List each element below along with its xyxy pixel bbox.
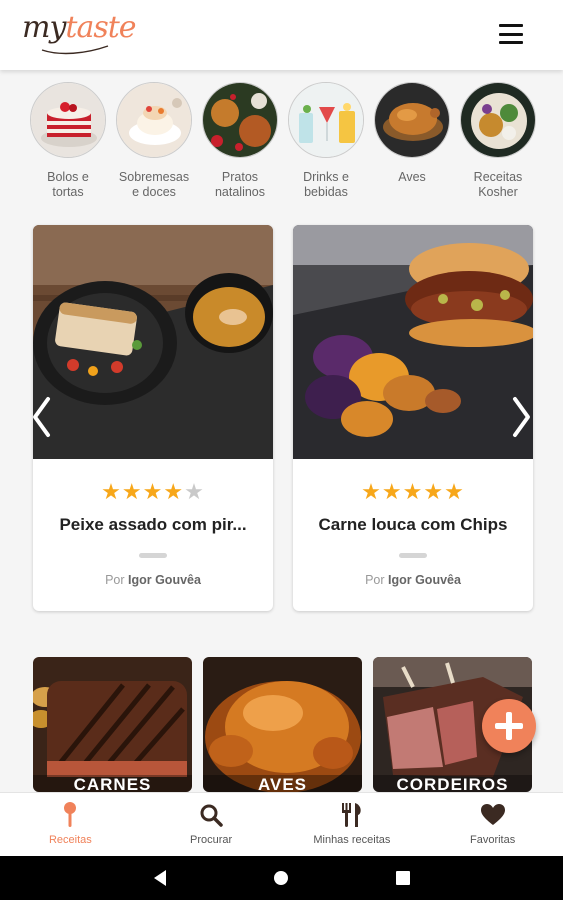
star-filled-icon: ★ [121, 479, 143, 504]
divider [399, 553, 427, 558]
back-icon[interactable] [152, 868, 168, 888]
category-label: Pratos natalinos [214, 170, 266, 199]
category-label: Bolos e tortas [47, 170, 89, 199]
utensils-icon [339, 802, 365, 828]
cocktail-glasses-image [288, 82, 364, 158]
recents-icon[interactable] [395, 870, 411, 886]
tile-meats[interactable]: CARNES [33, 657, 192, 792]
logo-text-my: my [22, 10, 66, 45]
search-icon [198, 802, 224, 828]
hamburger-menu-icon[interactable] [499, 24, 523, 44]
category-label: Receitas Kosher [473, 170, 523, 199]
recipe-rating: ★★★★★ [33, 479, 273, 505]
red-velvet-cake-image [30, 82, 106, 158]
star-filled-icon: ★ [423, 479, 445, 504]
category-label: Aves [398, 170, 426, 184]
nav-item-favorites[interactable]: Favoritas [422, 793, 563, 856]
spoon-icon [57, 802, 83, 828]
chevron-right-icon[interactable] [511, 395, 533, 439]
by-prefix: Por [365, 573, 385, 587]
grilled-steak-image [33, 657, 192, 792]
recipe-card[interactable]: ★★★★★ Carne louca com Chips Por Igor Gou… [293, 225, 533, 611]
heart-icon [480, 802, 506, 828]
star-filled-icon: ★ [361, 479, 382, 504]
category-item-drinks[interactable]: Drinks e bebidas [288, 82, 364, 200]
tile-poultry[interactable]: AVES [203, 657, 362, 792]
star-empty-icon: ★ [184, 479, 205, 504]
by-prefix: Por [105, 573, 125, 587]
kosher-bowl-image [460, 82, 536, 158]
category-label: Sobremesas e doces [118, 170, 190, 199]
nav-item-recipes[interactable]: Receitas [0, 793, 141, 856]
star-filled-icon: ★ [163, 479, 185, 504]
chevron-left-icon[interactable] [30, 395, 52, 439]
pavlova-dessert-image [116, 82, 192, 158]
divider [139, 553, 167, 558]
recipe-title: Peixe assado com pir... [59, 515, 247, 534]
christmas-dishes-image [202, 82, 278, 158]
app-screen: mytaste Bolos e tortas Sobremesas e doce… [0, 0, 563, 900]
tile-label: CARNES [73, 775, 152, 792]
roast-chicken-image [203, 657, 362, 792]
star-filled-icon: ★ [381, 479, 403, 504]
category-tiles: CARNES AVES CORDEIROS [33, 657, 533, 792]
nav-item-my-recipes[interactable]: Minhas receitas [282, 793, 423, 856]
recipe-rating: ★★★★★ [293, 479, 533, 505]
star-filled-icon: ★ [402, 479, 424, 504]
recipe-card[interactable]: ★★★★★ Peixe assado com pir... Por Igor G… [33, 225, 273, 611]
app-logo[interactable]: mytaste [22, 10, 137, 45]
app-header: mytaste [0, 0, 563, 70]
logo-text-taste: taste [65, 10, 136, 45]
nav-label: Minhas receitas [313, 834, 391, 846]
recipe-author: Igor Gouvêa [388, 573, 461, 587]
star-filled-icon: ★ [444, 479, 465, 504]
tile-label: CORDEIROS [396, 775, 509, 792]
roast-chicken-image [374, 82, 450, 158]
recipe-title: Carne louca com Chips [318, 515, 508, 534]
logo-swoosh [41, 45, 109, 55]
category-item-christmas[interactable]: Pratos natalinos [202, 82, 278, 200]
category-item-poultry[interactable]: Aves [374, 82, 450, 200]
nav-label: Procurar [190, 834, 233, 846]
category-item-desserts[interactable]: Sobremesas e doces [116, 82, 192, 200]
category-carousel: Bolos e tortas Sobremesas e doces Pratos… [30, 82, 563, 200]
bottom-navigation: Receitas Procurar Minhas receitas Favori… [0, 792, 563, 856]
category-item-cakes[interactable]: Bolos e tortas [30, 82, 106, 200]
nav-item-search[interactable]: Procurar [141, 793, 282, 856]
star-filled-icon: ★ [101, 479, 122, 504]
tile-label: AVES [257, 775, 308, 792]
add-recipe-button[interactable] [482, 699, 536, 753]
recipe-author: Igor Gouvêa [128, 573, 201, 587]
shredded-beef-sandwich-chips-image [293, 225, 533, 459]
recipe-author-line: Por Igor Gouvêa [33, 573, 273, 587]
baked-fish-plate-image [33, 225, 273, 459]
category-label: Drinks e bebidas [303, 170, 349, 199]
star-filled-icon: ★ [142, 479, 164, 504]
category-item-kosher[interactable]: Receitas Kosher [460, 82, 536, 200]
system-navigation-bar [0, 856, 563, 900]
nav-label: Favoritas [470, 834, 516, 846]
recipe-author-line: Por Igor Gouvêa [293, 573, 533, 587]
nav-label: Receitas [48, 834, 92, 846]
home-icon[interactable] [273, 870, 289, 886]
featured-recipes-carousel: ★★★★★ Peixe assado com pir... Por Igor G… [0, 225, 563, 615]
